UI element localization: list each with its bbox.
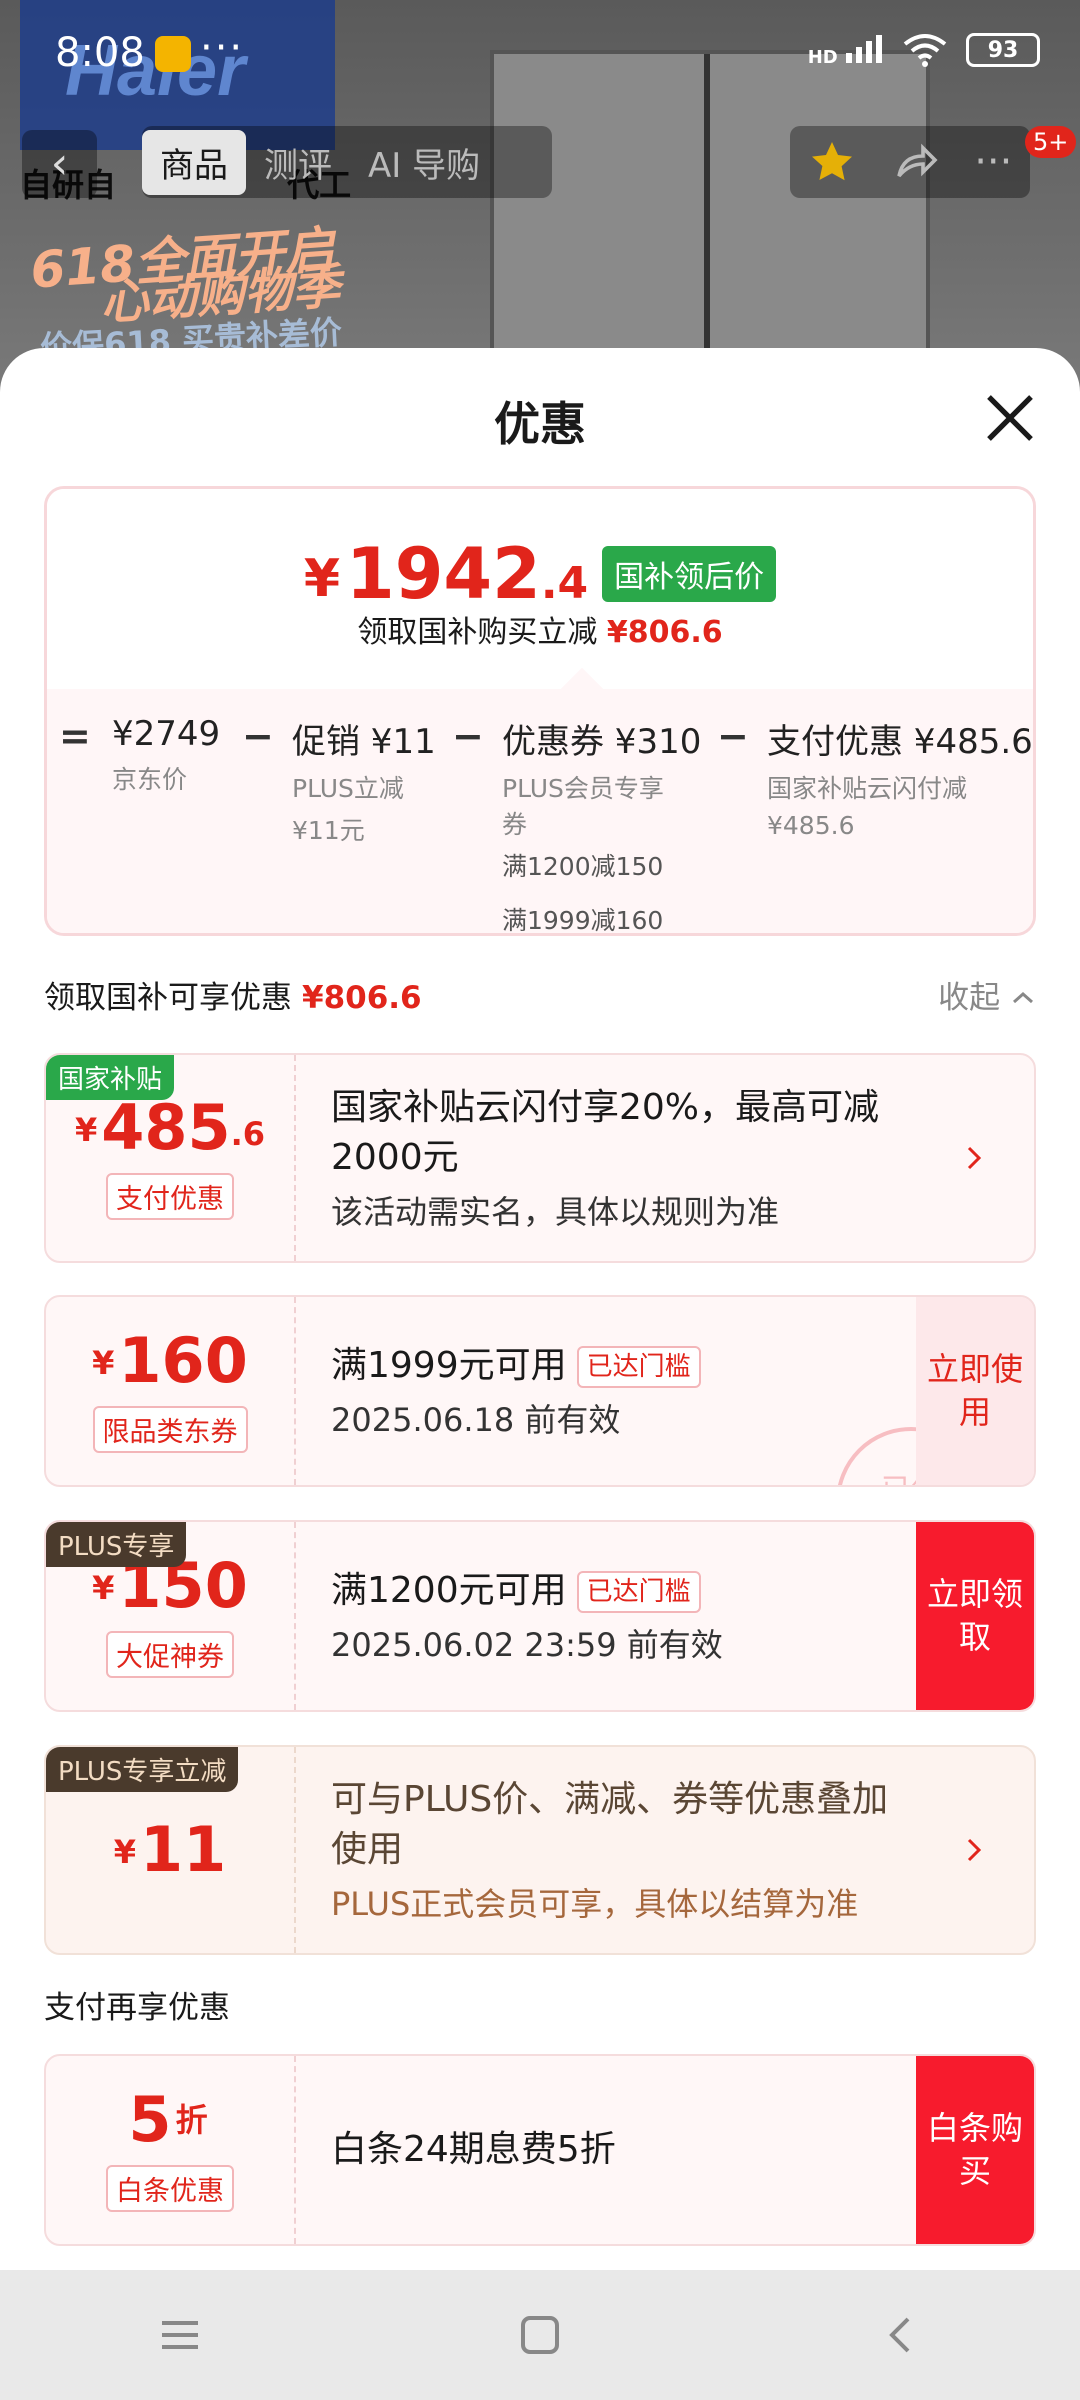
coupon-type-tag: 限品类东券 [92,1405,248,1453]
coupon-amount: ¥ 11 [113,1813,227,1886]
coupon-amount: 5 折 [128,2082,208,2156]
chevron-right-icon[interactable] [954,1138,994,1178]
use-now-button[interactable]: 立即使用 [916,1297,1034,1485]
more-notifications-icon: ··· [200,25,245,71]
threshold-badge: 已达门槛 [576,1345,701,1388]
share-icon[interactable] [891,138,939,186]
nav-actions: ··· [790,126,1030,198]
threshold-badge: 已达门槛 [576,1570,701,1613]
breakdown-payment: 支付优惠 ¥485.6 国家补贴云闪付减 ¥485.6 [767,722,1033,840]
coupon-note: PLUS正式会员可享，具体以结算为准 [331,1885,859,1924]
coupon-condition: 满1999元可用 已达门槛 [331,1341,904,1391]
price-subtext: 领取国补购买立减 ¥806.6 [357,615,723,650]
product-tabs: 商品 测评 AI 导购 [142,126,552,198]
tab-ai-guide[interactable]: AI 导购 [350,138,498,187]
favorite-star-icon[interactable] [808,138,856,186]
coupon-corner-label: 国家补贴 [46,1055,175,1100]
coupon-condition: 满1200元可用 已达门槛 [331,1566,904,1616]
chevron-right-icon[interactable] [954,1830,994,1870]
tab-review[interactable]: 测评 [246,138,350,187]
discount-sheet: 优惠 ¥ 1942 .4 国补领后价 领取国补购买立减 ¥806.6 = ¥27… [0,348,1080,2270]
signal-icon: HD [808,33,884,68]
system-navigation-bar [0,2270,1080,2400]
home-icon[interactable] [510,2305,570,2365]
wifi-icon [903,34,947,67]
coupon-plus-discount[interactable]: ¥ 11 PLUS专享立减 可与PLUS价、满减、券等优惠叠加使用 PLUS正式… [44,1745,1036,1955]
coupon-expiry: 2025.06.18 前有效 [331,1401,621,1440]
battery-icon: 93 [966,33,1040,67]
section-title: 领取国补可享优惠 ¥806.6 [44,980,422,1016]
price-summary-card: ¥ 1942 .4 国补领后价 领取国补购买立减 ¥806.6 = ¥2749 … [44,486,1036,936]
plus-exclusive-label: PLUS专享 [46,1522,187,1567]
coupon-expiry: 2025.06.02 23:59 前有效 [331,1626,723,1665]
menu-icon[interactable] [150,2305,210,2365]
message-badge: 5+ [1025,126,1077,158]
claim-now-button[interactable]: 立即领取 [916,1522,1034,1710]
status-time: 8:08 [55,30,145,76]
chevron-up-icon [1013,991,1033,1004]
baitiao-buy-button[interactable]: 白条购买 [916,2056,1034,2244]
coupon-note: 该活动需实名，具体以规则为准 [331,1193,780,1232]
collapse-toggle[interactable]: 收起 [938,972,1036,1017]
price-tag: 国补领后价 [602,546,777,602]
coupon-amount: ¥ 485 .6 [74,1090,266,1164]
status-bar: 8:08 ··· HD 93 [0,0,1080,100]
plus-exclusive-label: PLUS专享立减 [46,1747,239,1792]
coupon-160[interactable]: ¥ 160 限品类东券 满1999元可用 已达门槛 2025.06.18 前有效 … [44,1295,1036,1487]
more-icon[interactable]: ··· [974,139,1012,185]
sheet-title: 优惠 [494,397,586,451]
breakdown-jd-price: ¥2749 京东价 [112,714,221,794]
subsidy-section-header: 领取国补可享优惠 ¥806.6 收起 [44,972,1036,1022]
tab-product[interactable]: 商品 [142,129,246,195]
breakdown-promotion: 促销 ¥11 PLUS立减 ¥11元 [292,722,436,845]
notification-icon [155,36,191,72]
coupon-description: 国家补贴云闪付享20%，最高可减2000元 [331,1086,880,1178]
breakdown-coupon: 优惠券 ¥310 PLUS会员专享 券 满1200减150 满1999减160 [502,722,702,935]
close-icon[interactable] [980,388,1040,448]
final-price: ¥ 1942 .4 国补领后价 [47,539,1033,609]
coupon-national-subsidy[interactable]: ¥ 485 .6 支付优惠 国家补贴 国家补贴云闪付享20%，最高可减2000元… [44,1053,1036,1263]
coupon-type-tag: 白条优惠 [106,2164,234,2212]
payment-section-title: 支付再享优惠 [44,1990,230,2026]
price-breakdown: = ¥2749 京东价 − 促销 ¥11 PLUS立减 ¥11元 − 优惠券 ¥… [59,714,1033,935]
back-button[interactable]: ‹ [22,130,97,198]
coupon-amount: ¥ 160 [92,1323,248,1397]
coupon-type-tag: 支付优惠 [106,1172,234,1220]
coupon-type-tag: 大促神券 [106,1630,234,1678]
back-icon[interactable] [870,2305,930,2365]
coupon-baitiao[interactable]: 5 折 白条优惠 白条24期息费5折 白条购买 [44,2054,1036,2246]
coupon-description: 可与PLUS价、满减、券等优惠叠加使用 [331,1778,889,1870]
coupon-150[interactable]: ¥ 150 大促神券 PLUS专享 满1200元可用 已达门槛 2025.06.0… [44,1520,1036,1712]
coupon-description: 白条24期息费5折 [331,2128,616,2170]
